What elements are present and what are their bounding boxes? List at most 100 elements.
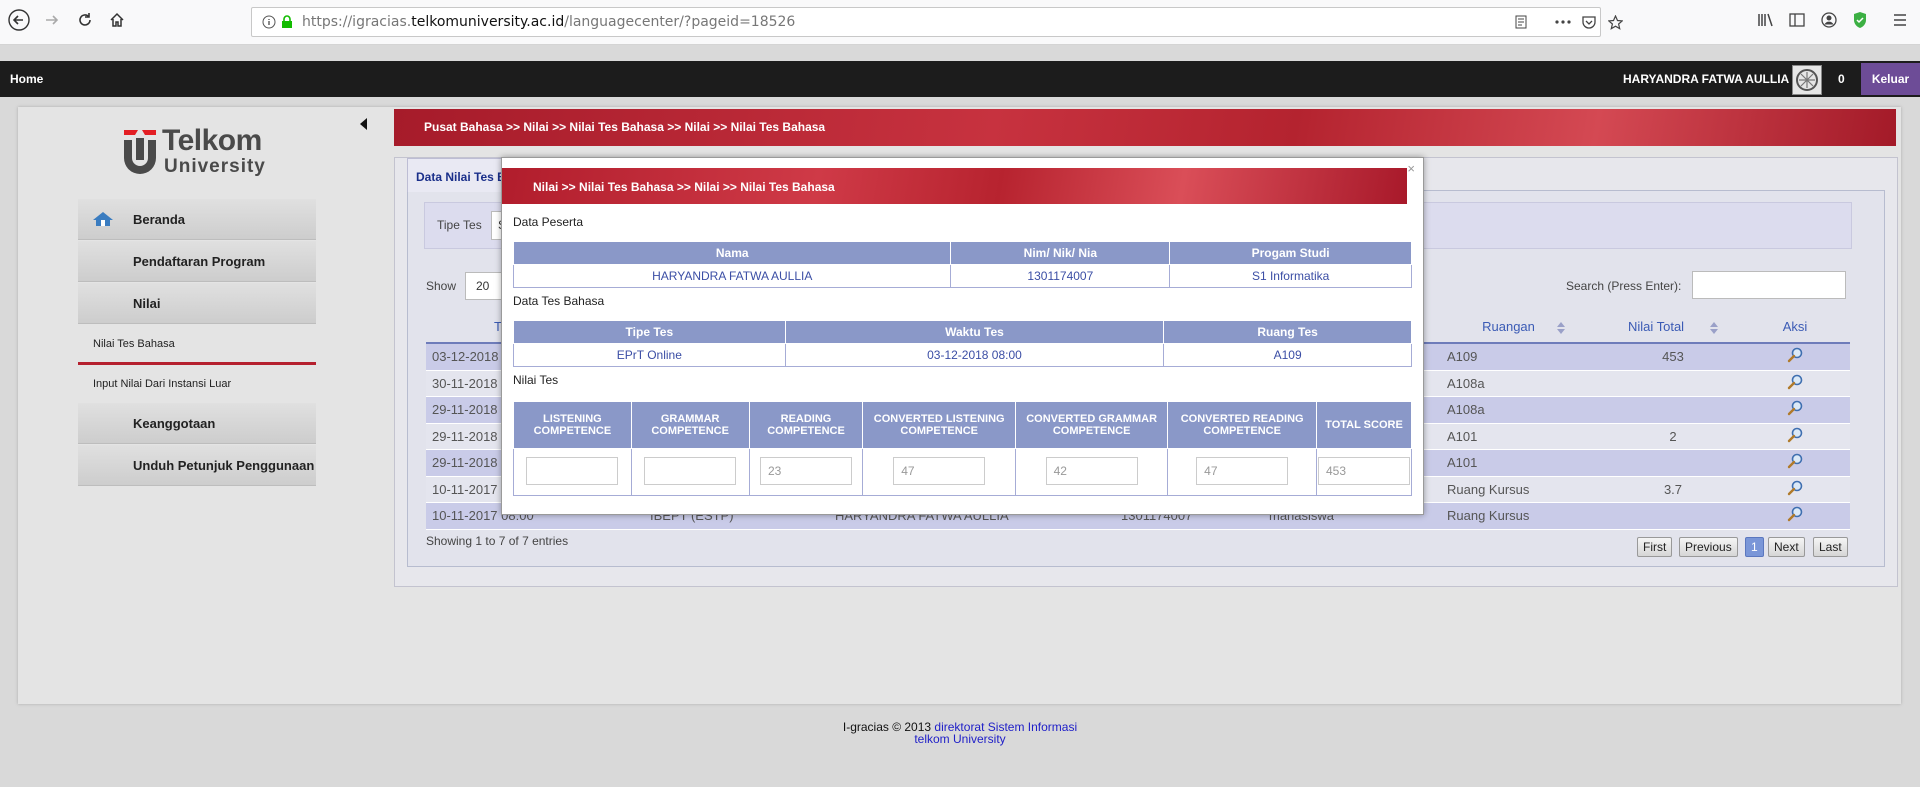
previous-page-button[interactable]: Previous <box>1679 537 1738 557</box>
tes-waktu: 03-12-2018 08:00 <box>784 343 1165 367</box>
sidebar-item-pendaftaran[interactable]: Pendaftaran Program <box>78 241 316 282</box>
score-value: 23 <box>768 463 782 478</box>
tab-data-nilai[interactable]: Data Nilai Tes B <box>407 158 509 192</box>
col-header-ruangan[interactable]: Ruangan <box>1441 310 1606 344</box>
section-title-nilai: Nilai Tes <box>513 373 559 387</box>
page-length-value: 20 <box>476 279 490 293</box>
tab-label: Data Nilai Tes B <box>416 170 506 184</box>
magnifier-icon[interactable] <box>1787 480 1803 496</box>
avatar[interactable] <box>1792 65 1822 95</box>
shield-extension-icon[interactable] <box>1848 8 1872 32</box>
peserta-header: Nim/ Nik/ Nia <box>950 241 1171 265</box>
logo-sub: University <box>164 156 266 177</box>
score-value: 42 <box>1053 463 1067 478</box>
tes-header: Ruang Tes <box>1163 320 1412 344</box>
forward-icon[interactable] <box>40 8 64 32</box>
bookmark-star-icon[interactable] <box>1606 13 1624 31</box>
sidebar-toggle-icon[interactable] <box>1785 8 1809 32</box>
cell-aksi <box>1740 343 1850 371</box>
page-length-select[interactable]: 20 <box>465 272 503 300</box>
score-input[interactable]: 42 <box>1045 456 1138 485</box>
footer-link-telkom[interactable]: telkom University <box>914 732 1005 746</box>
account-icon[interactable] <box>1817 8 1841 32</box>
section-title-tes: Data Tes Bahasa <box>513 294 605 308</box>
home-icon[interactable] <box>105 8 129 32</box>
score-value: 47 <box>901 463 915 478</box>
user-name: HARYANDRA FATWA AULLIA <box>1623 72 1790 86</box>
info-icon[interactable] <box>260 13 278 31</box>
modal-header: Nilai >> Nilai Tes Bahasa >> Nilai >> Ni… <box>502 168 1407 204</box>
score-input[interactable] <box>526 456 619 485</box>
score-header: LISTENING COMPETENCE <box>513 401 632 449</box>
page-1-button[interactable]: 1 <box>1745 537 1764 557</box>
score-input[interactable] <box>644 456 737 485</box>
cell-ruangan: A101 <box>1441 449 1606 477</box>
score-header: CONVERTED LISTENING COMPETENCE <box>862 401 1016 449</box>
magnifier-icon[interactable] <box>1787 506 1803 522</box>
section-title-peserta: Data Peserta <box>513 215 584 229</box>
cell-ruangan: A109 <box>1441 343 1606 371</box>
tes-header: Tipe Tes <box>513 320 786 344</box>
score-input[interactable]: 47 <box>1196 456 1289 485</box>
show-label: Show <box>426 279 457 293</box>
tes-ruang: A109 <box>1163 343 1412 367</box>
sidebar-item-beranda[interactable]: Beranda <box>78 199 316 240</box>
sidebar-item-unduh-petunjuk[interactable]: Unduh Petunjuk Penggunaan <box>78 445 316 486</box>
score-cell <box>630 448 750 496</box>
url-text: https://igracias.telkomuniversity.ac.id/… <box>302 14 796 30</box>
logout-button[interactable]: Keluar <box>1861 63 1920 95</box>
cell-aksi <box>1740 476 1850 503</box>
score-header: READING COMPETENCE <box>748 401 864 449</box>
footer: I-gracias © 2013 direktorat Sistem Infor… <box>0 721 1920 745</box>
peserta-header: Progam Studi <box>1169 241 1412 265</box>
peserta-nama: HARYANDRA FATWA AULLIA <box>512 264 952 288</box>
menu-icon[interactable] <box>1888 8 1912 32</box>
browser-toolbar: https://igracias.telkomuniversity.ac.id/… <box>0 0 1920 45</box>
score-value-row: 23 47 42 47 453 <box>513 448 1413 496</box>
header-label: Ruangan <box>1482 318 1535 334</box>
sidebar-subitem-input-nilai[interactable]: Input Nilai Dari Instansi Luar <box>78 365 316 403</box>
col-header-nilai-total[interactable]: Nilai Total <box>1606 310 1740 344</box>
magnifier-icon[interactable] <box>1787 427 1803 443</box>
sidebar-item-keanggotaan[interactable]: Keanggotaan <box>78 403 316 444</box>
last-page-button[interactable]: Last <box>1813 537 1848 557</box>
score-cell: 42 <box>1014 448 1169 496</box>
cell-ruangan: A101 <box>1441 423 1606 450</box>
address-bar[interactable]: https://igracias.telkomuniversity.ac.id/… <box>251 7 1623 37</box>
sidebar-subitem-nilai-tes-bahasa[interactable]: Nilai Tes Bahasa <box>78 325 316 365</box>
magnifier-icon[interactable] <box>1787 400 1803 416</box>
score-header: TOTAL SCORE <box>1315 401 1413 449</box>
pocket-icon[interactable] <box>1580 13 1598 31</box>
score-table: LISTENING COMPETENCE GRAMMAR COMPETENCE RE… <box>513 401 1413 496</box>
sidebar-item-nilai[interactable]: Nilai <box>78 283 316 324</box>
collapse-sidebar-icon[interactable] <box>360 118 367 130</box>
nav-home-link[interactable]: Home <box>10 72 43 86</box>
first-page-button[interactable]: First <box>1637 537 1673 557</box>
magnifier-icon[interactable] <box>1787 347 1803 363</box>
score-input[interactable]: 47 <box>893 456 986 485</box>
cell-aksi <box>1740 423 1850 450</box>
table-info: Showing 1 to 7 of 7 entries <box>426 534 569 548</box>
sidebar-item-label: Nilai <box>133 295 161 311</box>
more-icon[interactable] <box>1554 13 1572 31</box>
logo-word: Telkom <box>162 124 262 157</box>
next-page-button[interactable]: Next <box>1768 537 1805 557</box>
telkom-university-logo: Telkom University <box>120 124 280 181</box>
reload-icon[interactable] <box>73 8 97 32</box>
library-icon[interactable] <box>1754 8 1778 32</box>
cell-aksi <box>1740 370 1850 397</box>
cell-ruangan: Ruang Kursus <box>1441 502 1606 530</box>
search-input[interactable] <box>1692 271 1846 299</box>
back-icon[interactable] <box>7 8 31 32</box>
magnifier-icon[interactable] <box>1787 374 1803 390</box>
cell-nilai-total <box>1606 370 1740 397</box>
breadcrumb: Pusat Bahasa >> Nilai >> Nilai Tes Bahas… <box>394 109 1896 146</box>
magnifier-icon[interactable] <box>1787 453 1803 469</box>
modal-close-button[interactable]: × <box>1407 161 1415 176</box>
reader-view-icon[interactable] <box>1512 13 1530 31</box>
notification-count[interactable]: 0 <box>1838 72 1845 86</box>
score-input[interactable]: 23 <box>760 456 852 485</box>
peserta-nim: 1301174007 <box>950 264 1171 288</box>
score-input[interactable]: 453 <box>1317 456 1410 485</box>
house-icon <box>92 211 114 230</box>
